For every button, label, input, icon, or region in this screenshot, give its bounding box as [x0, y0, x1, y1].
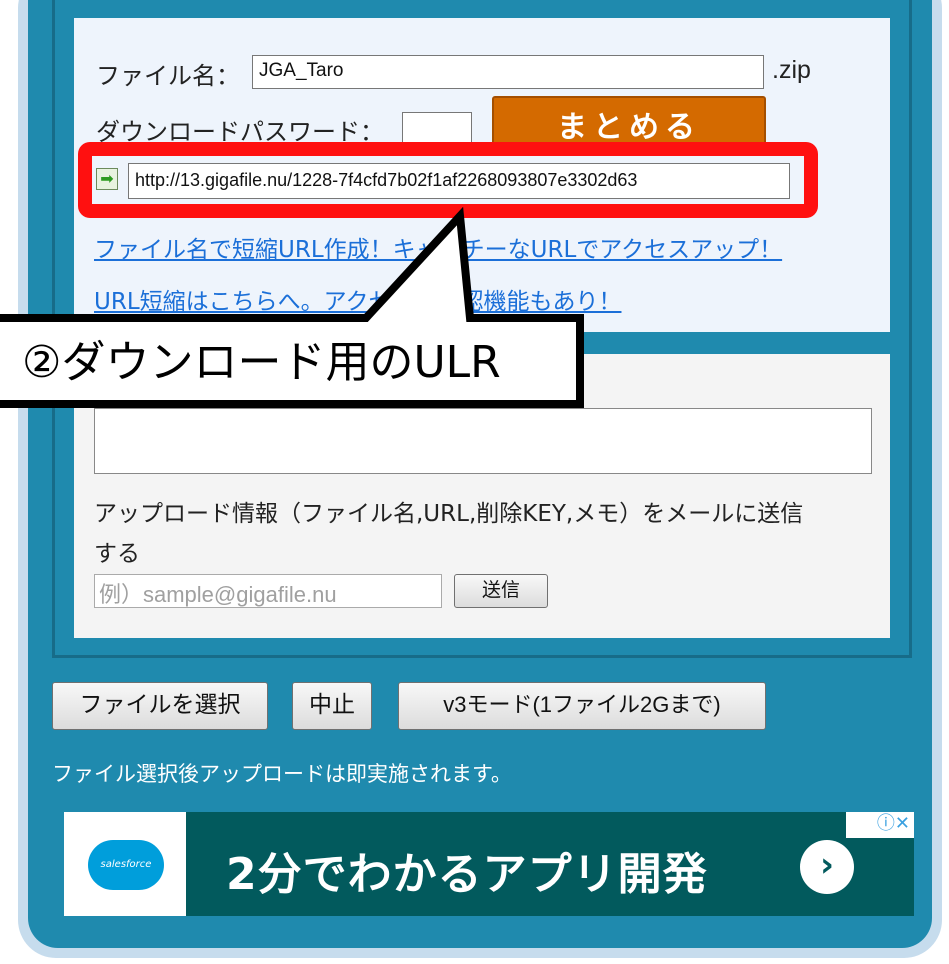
callout-bubble [0, 206, 584, 408]
callout-label: ②ダウンロード用のULR [22, 337, 501, 388]
